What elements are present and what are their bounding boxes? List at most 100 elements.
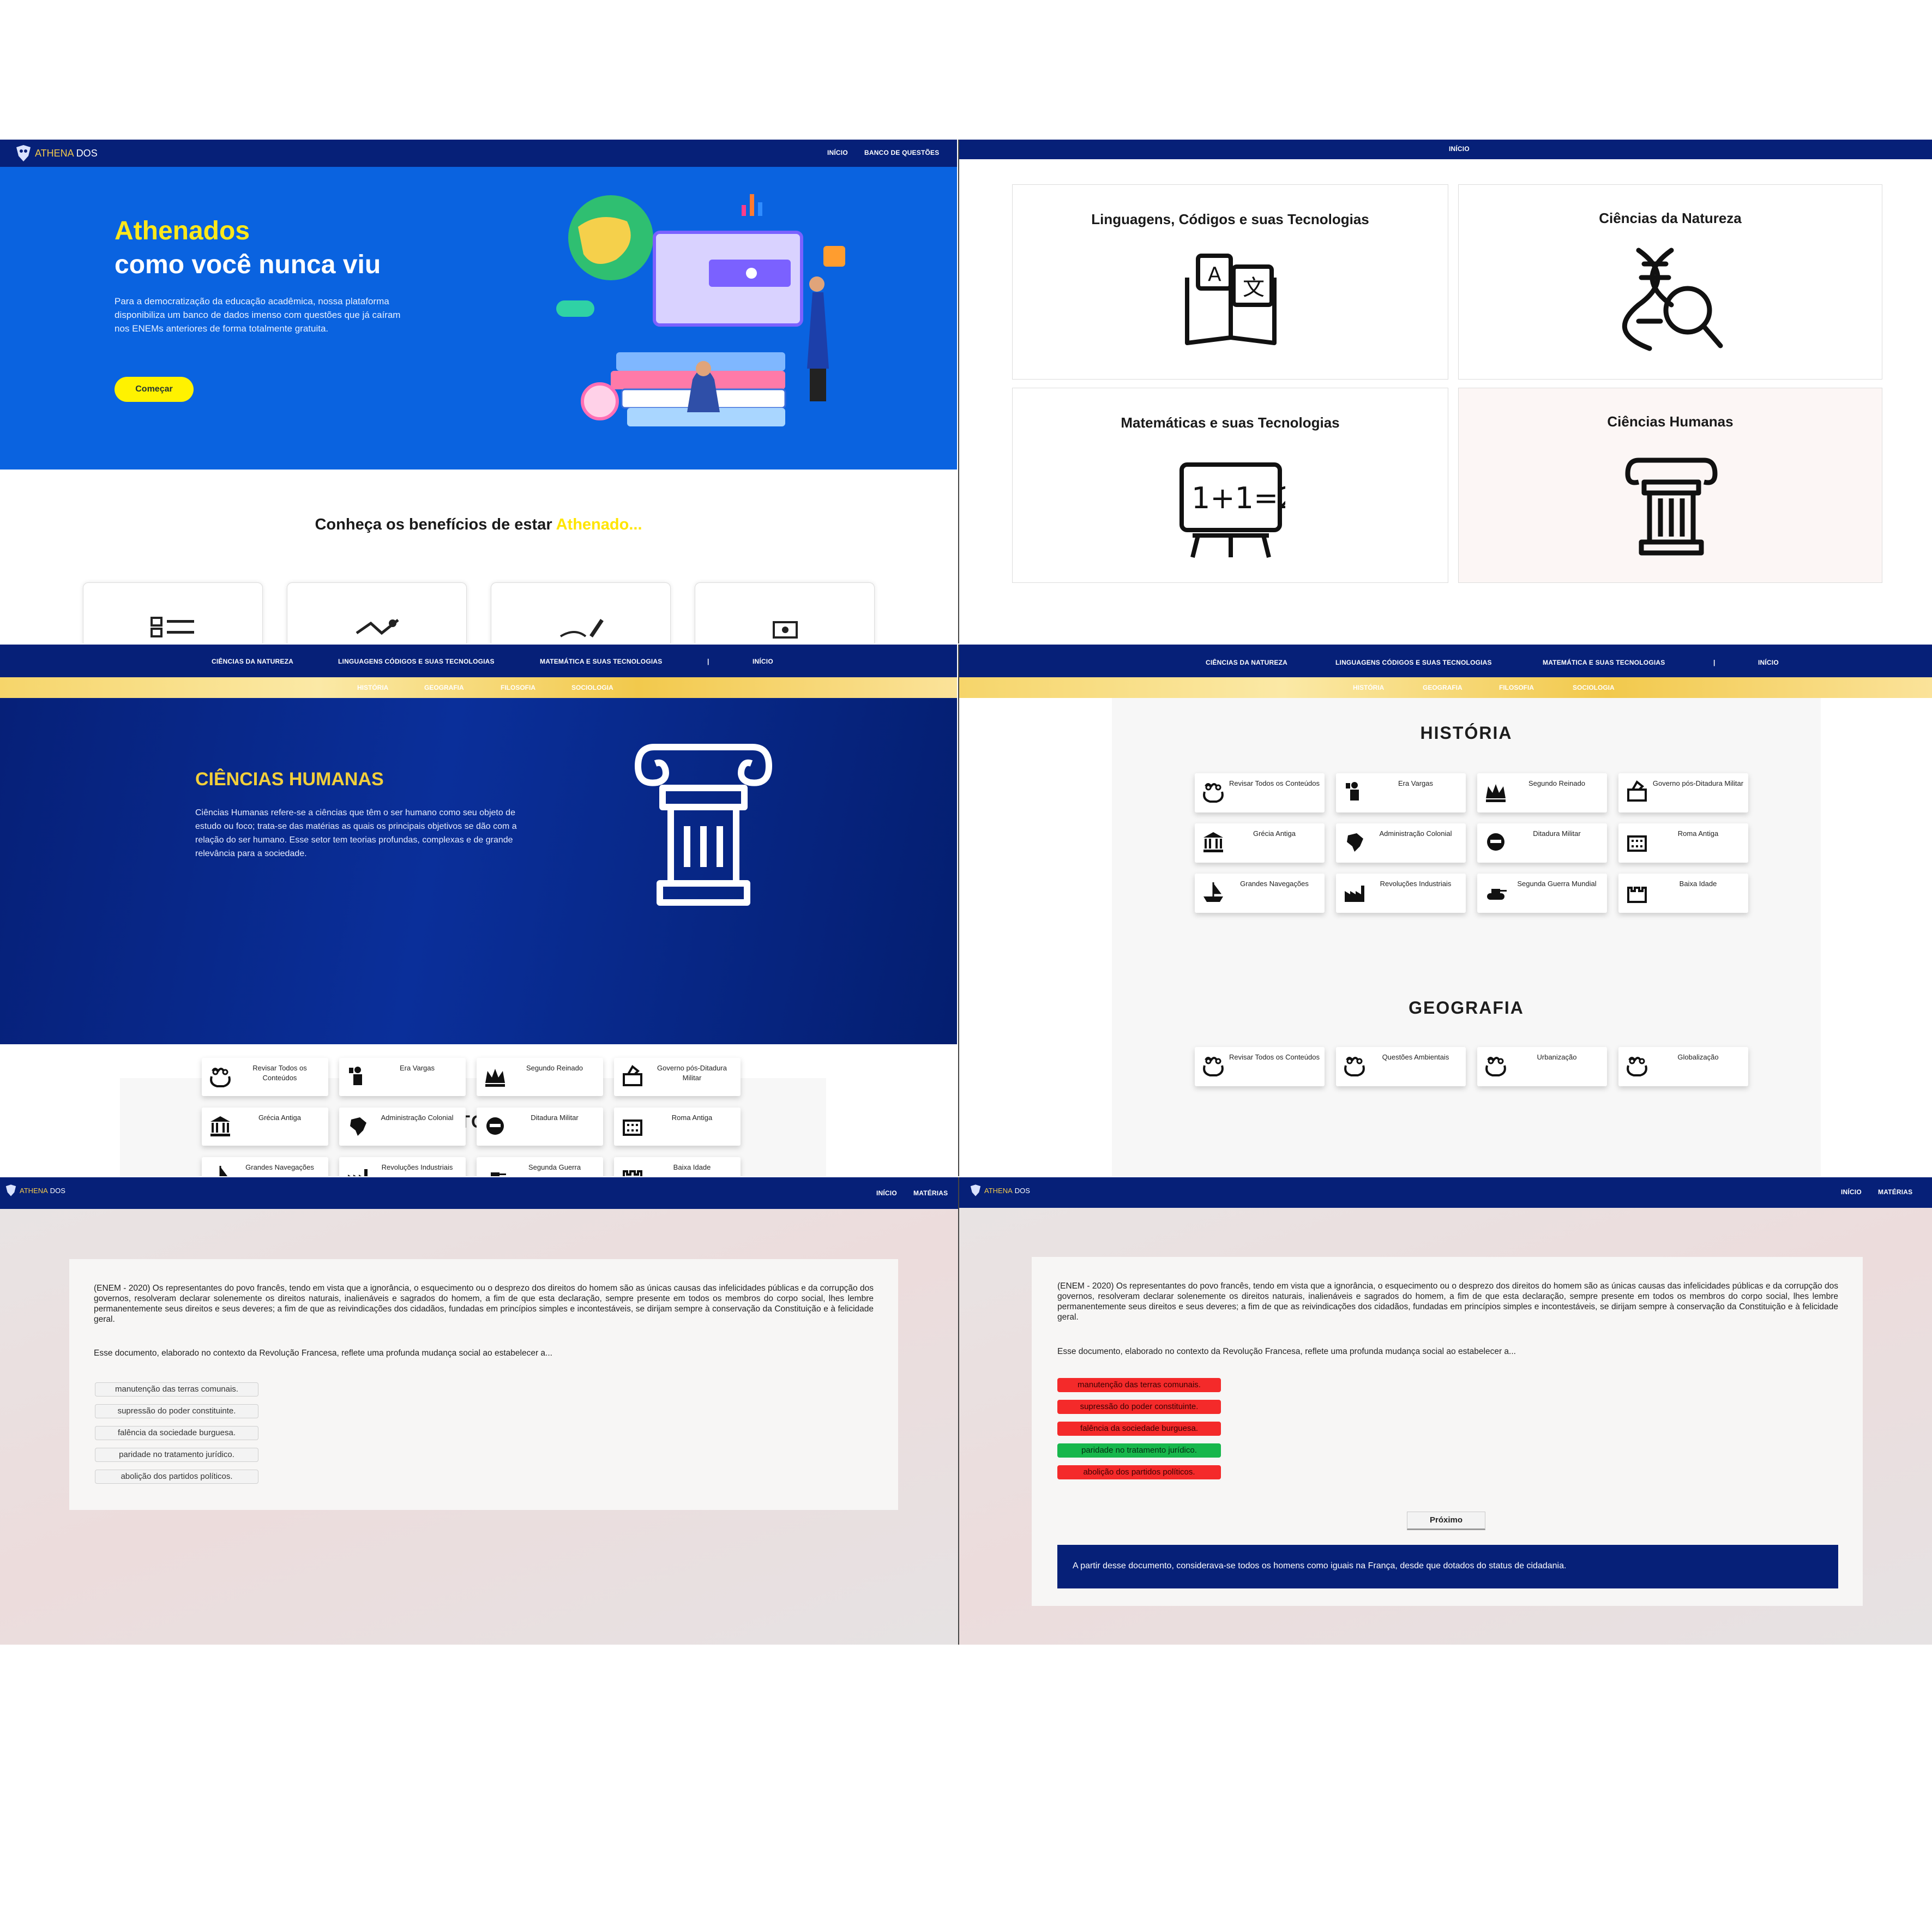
topic-card[interactable]: Ditadura Militar	[1477, 823, 1607, 863]
hero-title-1: Athenados	[115, 216, 250, 245]
question-statement: (ENEM - 2020) Os representantes do povo …	[1057, 1281, 1838, 1322]
topic-label: Ditadura Militar	[531, 1114, 579, 1122]
topic-label: Administração Colonial	[381, 1114, 454, 1122]
topic-card[interactable]: Ditadura Militar	[477, 1108, 603, 1146]
topic-label: Globalização	[1677, 1053, 1719, 1061]
topic-card[interactable]: Questões Ambientais	[1336, 1047, 1466, 1086]
topic-card[interactable]: Governo pós-Ditadura Militar	[1618, 773, 1748, 812]
option-e[interactable]: abolição dos partidos políticos.	[95, 1470, 258, 1484]
nav-inicio[interactable]: INÍCIO	[876, 1189, 897, 1197]
topic-card[interactable]: Baixa Idade	[614, 1157, 741, 1176]
area-card-humanas[interactable]: Ciências Humanas	[1458, 388, 1882, 583]
option-e-wrong[interactable]: abolição dos partidos políticos.	[1057, 1465, 1221, 1479]
question-prompt: Esse documento, elaborado no contexto da…	[94, 1349, 552, 1358]
brazil-map-icon	[350, 1117, 366, 1136]
nav-materias[interactable]: MATÉRIAS	[913, 1189, 948, 1197]
topic-card[interactable]: Governo pós-Ditadura Militar	[614, 1058, 741, 1096]
topic-card[interactable]: Revisar Todos os Conteúdos	[202, 1058, 328, 1096]
option-d-correct[interactable]: paridade no tratamento jurídico.	[1057, 1443, 1221, 1458]
landing-panel: ATHENA DOS INÍCIO BANCO DE QUESTÕES Athen…	[0, 140, 957, 643]
hero-section: Athenados como você nunca viu Para a dem…	[0, 167, 957, 470]
topic-card[interactable]: Grécia Antiga	[1195, 823, 1325, 863]
topic-label: Baixa Idade	[673, 1163, 711, 1171]
topic-card[interactable]: Roma Antiga	[614, 1108, 741, 1146]
topic-label: Era Vargas	[1398, 779, 1434, 787]
logo-text-part2: DOS	[76, 147, 98, 159]
topic-card[interactable]: Revoluções Industriais	[339, 1157, 466, 1176]
logo[interactable]: ATHENA DOS	[969, 1184, 1030, 1197]
question-statement: (ENEM - 2020) Os representantes do povo …	[94, 1284, 874, 1324]
option-a[interactable]: manutenção das terras comunais.	[95, 1382, 258, 1397]
area-title: Ciências Humanas	[1607, 413, 1734, 430]
hands-review-icon	[1485, 1057, 1506, 1076]
next-button[interactable]: Próximo	[1407, 1512, 1485, 1530]
topic-card[interactable]: Grécia Antiga	[202, 1108, 328, 1146]
option-a-wrong[interactable]: manutenção das terras comunais.	[1057, 1378, 1221, 1392]
option-b-wrong[interactable]: supressão do poder constituinte.	[1057, 1400, 1221, 1414]
tank-icon	[491, 1172, 506, 1176]
area-title: Linguagens, Códigos e suas Tecnologias	[1091, 211, 1369, 227]
topic-card[interactable]: Grandes Navegações	[202, 1157, 328, 1176]
option-c[interactable]: falência da sociedade burguesa.	[95, 1426, 258, 1440]
area-card-natureza[interactable]: Ciências da Natureza	[1458, 184, 1882, 380]
logo[interactable]: ATHENA DOS	[4, 1184, 65, 1197]
topic-card[interactable]: Segunda Guerra	[477, 1157, 603, 1176]
topic-card[interactable]: Segunda Guerra Mundial	[1477, 874, 1607, 913]
topic-label: Grécia Antiga	[258, 1114, 302, 1122]
castle-icon	[1627, 887, 1647, 903]
topic-label: Grécia Antiga	[1253, 829, 1296, 838]
topic-card[interactable]: Era Vargas	[1336, 773, 1466, 812]
nav-inicio[interactable]: INÍCIO	[827, 149, 848, 157]
factory-icon	[1345, 886, 1364, 902]
topic-card[interactable]: Revisar Todos os Conteúdos	[1195, 773, 1325, 812]
topic-label: Revoluções Industriais	[381, 1163, 453, 1171]
topic-card[interactable]: Revisar Todos os Conteúdos	[1195, 1047, 1325, 1086]
topic-card[interactable]: Administração Colonial	[1336, 823, 1466, 863]
colosseum-icon	[623, 1120, 642, 1136]
ballot-box-icon	[623, 1064, 642, 1086]
areas-panel: INÍCIO Linguagens, Códigos e suas Tecnol…	[958, 140, 1932, 643]
benefits-heading-accent: Athenado...	[556, 516, 642, 533]
topic-card[interactable]: Globalização	[1618, 1047, 1748, 1086]
topic-label: Grandes Navegações	[1240, 880, 1309, 888]
topic-card[interactable]: Roma Antiga	[1618, 823, 1748, 863]
dna-magnifier-icon	[1622, 248, 1723, 351]
nav-inicio[interactable]: INÍCIO	[1841, 1188, 1862, 1196]
hands-review-icon	[210, 1068, 231, 1087]
leader-icon	[1346, 782, 1359, 801]
colosseum-icon	[1627, 835, 1647, 852]
topic-card[interactable]: Grandes Navegações	[1195, 874, 1325, 913]
start-button[interactable]: Começar	[115, 377, 194, 402]
topic-label: Revisar Todos os Conteúdos	[1229, 1053, 1320, 1061]
topic-card[interactable]: Baixa Idade	[1618, 874, 1748, 913]
historia-topics-grid: Revisar Todos os Conteúdos Era Vargas Segu…	[0, 645, 957, 1176]
topic-card[interactable]: Segundo Reinado	[1477, 773, 1607, 812]
topic-card[interactable]: Era Vargas	[339, 1058, 466, 1096]
topic-card[interactable]: Segundo Reinado	[477, 1058, 603, 1096]
military-helmet-icon	[486, 1117, 504, 1135]
nav-materias[interactable]: MATÉRIAS	[1878, 1188, 1912, 1196]
nav-banco-questoes[interactable]: BANCO DE QUESTÕES	[864, 149, 939, 157]
option-c-wrong[interactable]: falência da sociedade burguesa.	[1057, 1422, 1221, 1436]
nav-inicio[interactable]: INÍCIO	[1449, 145, 1470, 153]
option-b[interactable]: supressão do poder constituinte.	[95, 1404, 258, 1418]
area-card-linguagens[interactable]: Linguagens, Códigos e suas Tecnologias A…	[1012, 184, 1448, 380]
top-nav: ATHENA DOS INÍCIO BANCO DE QUESTÕES	[0, 140, 957, 167]
chart-icon	[356, 619, 399, 635]
topic-card[interactable]: Revoluções Industriais	[1336, 874, 1466, 913]
area-card-matematica[interactable]: Matemáticas e suas Tecnologias 1+1=2	[1012, 388, 1448, 583]
topic-label: Segundo Reinado	[1528, 779, 1586, 787]
topic-card[interactable]: Urbanização	[1477, 1047, 1607, 1086]
logo[interactable]: ATHENA DOS	[14, 144, 98, 162]
option-d[interactable]: paridade no tratamento jurídico.	[95, 1448, 258, 1462]
question-card: (ENEM - 2020) Os representantes do povo …	[1032, 1257, 1863, 1606]
top-nav: INÍCIO	[959, 140, 1932, 159]
topic-label: Administração Colonial	[1379, 829, 1452, 838]
military-helmet-icon	[1487, 833, 1504, 851]
benefit-card-1	[83, 582, 263, 643]
logo-text-part2: DOS	[1014, 1186, 1030, 1195]
svg-text:A: A	[1208, 263, 1221, 286]
topic-card[interactable]: Administração Colonial	[339, 1108, 466, 1146]
crown-icon	[1486, 784, 1506, 802]
topic-label: Questões Ambientais	[1382, 1053, 1449, 1061]
